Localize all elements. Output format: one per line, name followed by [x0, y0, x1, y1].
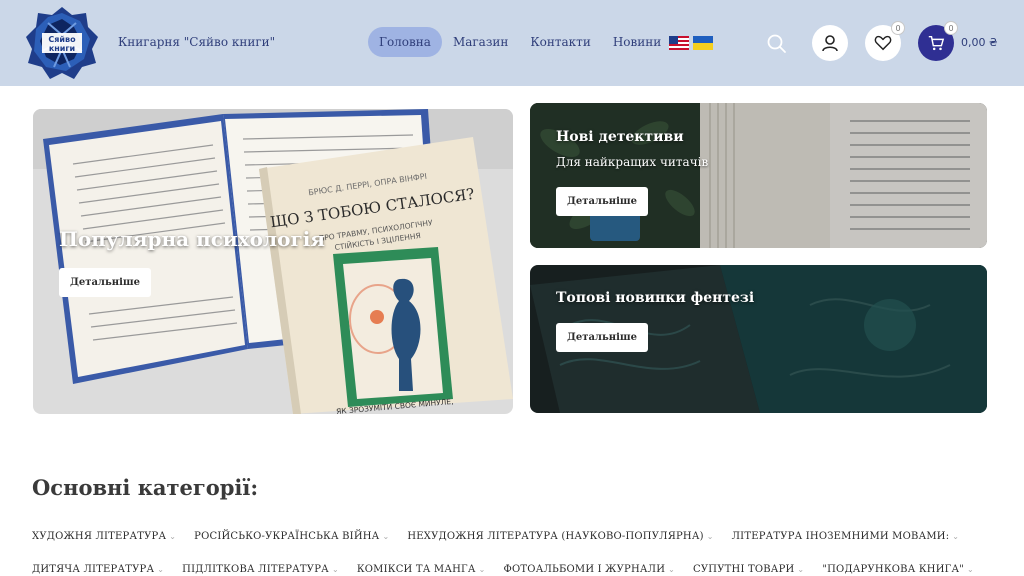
- banner-psychology-title: Популярна психологія: [59, 227, 326, 251]
- chevron-down-icon: ⌄: [706, 532, 714, 541]
- chevron-down-icon: ⌄: [157, 565, 165, 574]
- language-switcher: [669, 36, 713, 50]
- account-button[interactable]: [812, 25, 848, 61]
- site-header: Сяйво книги Книгарня "Сяйво книги" Голов…: [0, 0, 1024, 86]
- categories-row-1: ХУДОЖНЯ ЛІТЕРАТУРА ⌄ РОСІЙСЬКО-УКРАЇНСЬКА…: [32, 531, 977, 542]
- category-children[interactable]: ДИТЯЧА ЛІТЕРАТУРА ⌄: [32, 564, 164, 575]
- category-related-goods[interactable]: СУПУТНІ ТОВАРИ ⌄: [693, 564, 804, 575]
- user-icon: [822, 35, 838, 52]
- wishlist-count-badge: 0: [891, 21, 905, 35]
- store-logo[interactable]: Сяйво книги: [24, 5, 100, 81]
- chevron-down-icon: ⌄: [797, 565, 805, 574]
- banner-fantasy-title: Топові новинки фентезі: [556, 290, 755, 306]
- cart-total[interactable]: 0,00 ₴: [961, 36, 998, 49]
- logo-text-bottom: книги: [49, 44, 75, 53]
- search-icon[interactable]: [766, 33, 788, 55]
- chevron-down-icon: ⌄: [478, 565, 486, 574]
- banner-psychology-more-button[interactable]: Детальніше: [59, 268, 151, 297]
- psychology-banner-image: БРЮС Д. ПЕРРІ, ОПРА ВІНФРІ ЩО З ТОБОЮ СТ…: [33, 109, 513, 414]
- cart-button[interactable]: 0: [918, 21, 958, 61]
- category-comics-manga[interactable]: КОМІКСИ ТА МАНГА ⌄: [357, 564, 486, 575]
- chevron-down-icon: ⌄: [169, 532, 177, 541]
- nav-home[interactable]: Головна: [368, 27, 442, 57]
- category-nonfiction[interactable]: НЕХУДОЖНЯ ЛІТЕРАТУРА (НАУКОВО-ПОПУЛЯРНА)…: [407, 531, 713, 542]
- logo-text-top: Сяйво: [48, 35, 76, 44]
- banner-psychology[interactable]: БРЮС Д. ПЕРРІ, ОПРА ВІНФРІ ЩО З ТОБОЮ СТ…: [33, 109, 513, 414]
- category-war[interactable]: РОСІЙСЬКО-УКРАЇНСЬКА ВІЙНА ⌄: [194, 531, 389, 542]
- ua-flag-icon[interactable]: [693, 36, 713, 50]
- categories-heading: Основні категорії:: [32, 475, 259, 500]
- heart-icon: [874, 35, 892, 51]
- cart-count-badge: 0: [944, 21, 958, 35]
- category-fiction[interactable]: ХУДОЖНЯ ЛІТЕРАТУРА ⌄: [32, 531, 176, 542]
- category-photo-albums[interactable]: ФОТОАЛЬБОМИ І ЖУРНАЛИ ⌄: [504, 564, 676, 575]
- category-teen[interactable]: ПІДЛІТКОВА ЛІТЕРАТУРА ⌄: [182, 564, 339, 575]
- categories-row-2: ДИТЯЧА ЛІТЕРАТУРА ⌄ ПІДЛІТКОВА ЛІТЕРАТУРА…: [32, 564, 992, 575]
- chevron-down-icon: ⌄: [382, 532, 390, 541]
- chevron-down-icon: ⌄: [668, 565, 676, 574]
- category-foreign-languages[interactable]: ЛІТЕРАТУРА ІНОЗЕМНИМИ МОВАМИ: ⌄: [732, 531, 960, 542]
- nav-contacts[interactable]: Контакти: [519, 27, 601, 57]
- us-flag-icon[interactable]: [669, 36, 689, 50]
- chevron-down-icon: ⌄: [952, 532, 960, 541]
- chevron-down-icon: ⌄: [967, 565, 974, 574]
- banner-detectives[interactable]: Нові детективи Для найкращих читачів Дет…: [530, 103, 987, 248]
- banner-detectives-subtitle: Для найкращих читачів: [556, 155, 709, 169]
- wishlist-button[interactable]: 0: [865, 21, 905, 61]
- store-name[interactable]: Книгарня "Сяйво книги": [118, 35, 275, 49]
- banner-fantasy-more-button[interactable]: Детальніше: [556, 323, 648, 352]
- nav-news[interactable]: Новини: [602, 27, 672, 57]
- nav-shop[interactable]: Магазин: [442, 27, 519, 57]
- chevron-down-icon: ⌄: [331, 565, 339, 574]
- banner-fantasy[interactable]: Топові новинки фентезі Детальніше: [530, 265, 987, 413]
- cart-icon: [928, 35, 945, 51]
- main-nav: Головна Магазин Контакти Новини: [368, 27, 672, 57]
- category-gift-book[interactable]: "ПОДАРУНКОВА КНИГА" ⌄: [822, 564, 974, 575]
- detectives-banner-image: [530, 103, 987, 248]
- banner-detectives-title: Нові детективи: [556, 129, 684, 145]
- banner-detectives-more-button[interactable]: Детальніше: [556, 187, 648, 216]
